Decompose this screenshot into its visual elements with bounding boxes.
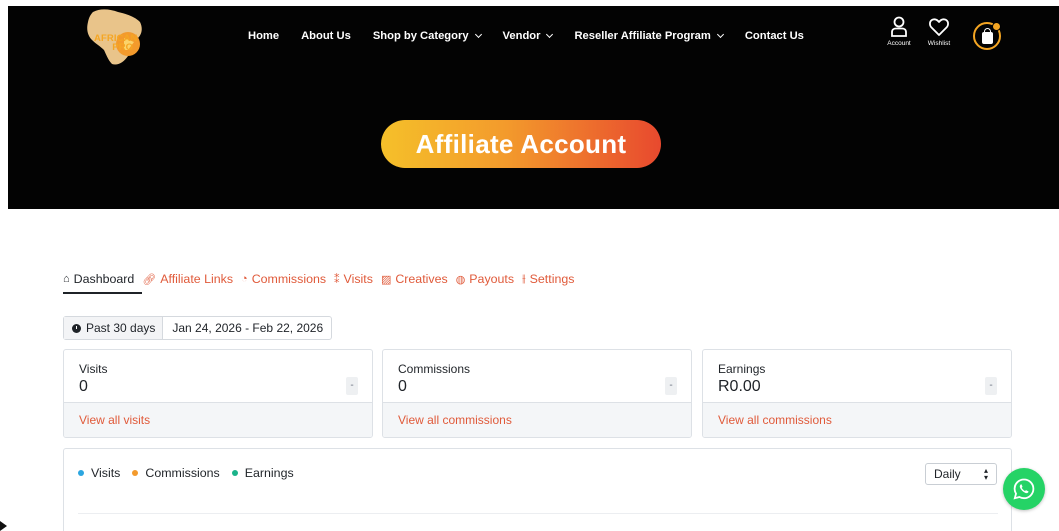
- nav-reseller-affiliate-program[interactable]: Reseller Affiliate Program: [574, 30, 724, 42]
- nav-shop-by-category[interactable]: Shop by Category: [372, 30, 482, 42]
- legend-label: Commissions: [145, 466, 220, 480]
- mouse-cursor: [0, 521, 7, 531]
- chart-gridline: [78, 513, 998, 514]
- legend-item-commissions[interactable]: Commissions: [132, 466, 220, 480]
- tab-settings-label: Settings: [529, 272, 575, 286]
- date-range-picker[interactable]: Past 30 days Jan 24, 2026 - Feb 22, 2026: [63, 316, 333, 340]
- header-actions: Account Wishlist: [884, 16, 954, 47]
- hero-banner: Affiliate Account: [381, 120, 661, 168]
- stat-value: 0: [398, 378, 407, 395]
- tab-visits[interactable]: ⁑ Visits: [334, 272, 373, 286]
- legend-dot: [231, 470, 238, 476]
- date-range-value[interactable]: Jan 24, 2026 - Feb 22, 2026: [163, 321, 331, 335]
- wishlist-button[interactable]: Wishlist: [924, 16, 954, 47]
- stat-label: Commissions: [398, 362, 471, 376]
- stat-card-footer: View all commissions: [703, 402, 1011, 437]
- user-icon: [891, 16, 907, 37]
- tab-visits-label: Visits: [343, 272, 373, 286]
- stat-card-commissions: Commissions 0 - View all commissions: [382, 349, 692, 438]
- shopping-bag-icon: [981, 28, 993, 44]
- date-preset-label: Past 30 days: [86, 321, 156, 335]
- affiliate-tabs: ⌂ Dashboard 🔗︎ Affiliate Links ◔ Commiss…: [63, 272, 582, 286]
- tab-payouts[interactable]: ◍ Payouts: [456, 272, 514, 286]
- tab-payouts-label: Payouts: [469, 272, 515, 286]
- legend-item-earnings[interactable]: Earnings: [231, 466, 294, 480]
- site-header: AFRICAN PRO Home About Us Shop by Catego…: [8, 6, 1059, 209]
- site-logo[interactable]: AFRICAN PRO: [48, 6, 158, 66]
- chevron-down-icon: [546, 30, 554, 38]
- legend-label: Visits: [91, 466, 121, 480]
- logo-wordmark: AFRICAN PRO: [94, 34, 137, 53]
- nav-contact-us[interactable]: Contact Us: [745, 30, 804, 42]
- whatsapp-icon: [1013, 478, 1035, 500]
- period-select[interactable]: Daily ▴ ▾: [925, 463, 997, 485]
- affiliate-account-page: AFRICAN PRO Home About Us Shop by Catego…: [0, 0, 1059, 531]
- sliders-icon: ⫲: [522, 272, 526, 285]
- stat-delta-badge: -: [985, 377, 997, 395]
- period-select-value: Daily: [934, 467, 961, 481]
- stat-card-footer: View all visits: [64, 402, 372, 437]
- legend-dot: [132, 470, 139, 476]
- tab-dashboard[interactable]: ⌂ Dashboard: [63, 272, 134, 286]
- nav-about-us[interactable]: About Us: [301, 30, 351, 42]
- tab-creatives[interactable]: ▨ Creatives: [381, 272, 448, 286]
- select-updown-icon: ▴ ▾: [983, 466, 988, 482]
- clock-icon: [72, 323, 81, 333]
- stats-chart-panel: Visits Commissions Earnings Daily ▴ ▾: [63, 448, 1012, 531]
- chevron-down-icon: [474, 30, 482, 38]
- stat-delta-badge: -: [665, 377, 677, 395]
- money-icon: ◍: [455, 273, 466, 286]
- legend-label: Earnings: [244, 466, 294, 480]
- nav-shop-by-category-label: Shop by Category: [372, 30, 469, 42]
- chart-legend: Visits Commissions Earnings: [78, 466, 306, 480]
- legend-dot: [78, 470, 84, 476]
- active-tab-underline: [63, 292, 142, 294]
- stat-label: Visits: [79, 362, 108, 376]
- nav-home-label: Home: [248, 30, 280, 42]
- view-all-visits-link[interactable]: View all visits: [79, 413, 150, 427]
- view-all-earnings-link[interactable]: View all commissions: [718, 413, 832, 427]
- wishlist-label: Wishlist: [927, 40, 951, 47]
- nav-reseller-label: Reseller Affiliate Program: [574, 30, 711, 42]
- cart-badge: [992, 22, 1001, 31]
- account-button[interactable]: Account: [884, 16, 914, 47]
- creatives-icon: ▨: [380, 273, 392, 286]
- tab-creatives-label: Creatives: [395, 272, 448, 286]
- logo-line-2: PRO: [112, 42, 134, 53]
- nav-home[interactable]: Home: [248, 30, 279, 42]
- tab-commissions-label: Commissions: [251, 272, 327, 286]
- chevron-down-icon: [716, 30, 724, 38]
- nav-vendor[interactable]: Vendor: [502, 30, 554, 42]
- pie-icon: ◔: [241, 273, 248, 285]
- stat-value: R0.00: [718, 378, 761, 395]
- account-label: Account: [887, 40, 911, 47]
- nav-about-us-label: About Us: [301, 30, 351, 42]
- stat-card-visits: Visits 0 - View all visits: [63, 349, 373, 438]
- main-nav: Home About Us Shop by Category Vendor Re…: [248, 30, 826, 42]
- home-icon: ⌂: [63, 273, 70, 285]
- stat-card-earnings: Earnings R0.00 - View all commissions: [702, 349, 1012, 438]
- tab-affiliate-links[interactable]: 🔗︎ Affiliate Links: [142, 272, 233, 286]
- tab-settings[interactable]: ⫲ Settings: [522, 272, 574, 286]
- page-title: Affiliate Account: [415, 128, 627, 159]
- stat-label: Earnings: [718, 362, 766, 376]
- tab-commissions[interactable]: ◔ Commissions: [241, 272, 326, 286]
- stat-card-footer: View all commissions: [383, 402, 691, 437]
- nav-contact-us-label: Contact Us: [744, 30, 804, 42]
- nav-vendor-label: Vendor: [502, 30, 541, 42]
- stat-value: 0: [79, 378, 88, 395]
- date-preset-button[interactable]: Past 30 days: [64, 317, 164, 339]
- legend-item-visits[interactable]: Visits: [78, 466, 120, 480]
- heart-icon: [929, 18, 949, 36]
- stat-delta-badge: -: [346, 377, 358, 395]
- tab-affiliate-links-label: Affiliate Links: [160, 272, 234, 286]
- link-icon: 🔗︎: [142, 273, 157, 286]
- cart-button[interactable]: [973, 22, 1001, 50]
- sparkle-icon: ⁑: [334, 273, 340, 286]
- whatsapp-chat-button[interactable]: [1003, 468, 1045, 510]
- tab-dashboard-label: Dashboard: [73, 272, 135, 286]
- view-all-commissions-link[interactable]: View all commissions: [398, 413, 512, 427]
